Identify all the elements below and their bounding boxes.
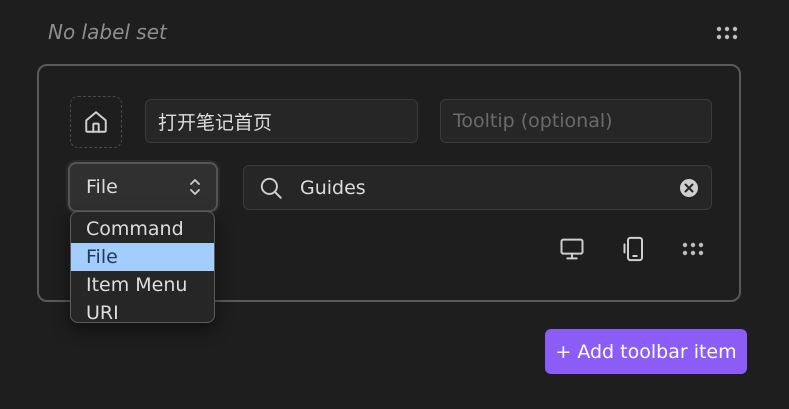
more-options-icon[interactable] xyxy=(676,232,710,266)
home-icon xyxy=(85,111,107,133)
toolbar-item-editor: No label set File xyxy=(0,0,789,409)
item-label-heading: No label set xyxy=(48,20,167,44)
x-circle-icon[interactable] xyxy=(667,178,711,198)
file-search-input[interactable] xyxy=(296,176,667,199)
dropdown-option-file[interactable]: File xyxy=(71,243,214,271)
desktop-icon[interactable] xyxy=(555,232,589,266)
dropdown-option-item-menu[interactable]: Item Menu xyxy=(71,271,214,299)
dots-grid-icon[interactable] xyxy=(710,22,744,44)
item-icon-picker[interactable] xyxy=(70,96,122,148)
item-label-input[interactable] xyxy=(145,99,418,143)
tooltip-input[interactable] xyxy=(440,99,712,143)
dropdown-option-command[interactable]: Command xyxy=(71,215,214,243)
search-icon xyxy=(246,175,296,201)
add-toolbar-item-button[interactable]: + Add toolbar item xyxy=(545,329,747,374)
file-search-field[interactable] xyxy=(243,165,712,210)
chevron-up-down-icon xyxy=(190,179,200,195)
mobile-icon[interactable] xyxy=(618,232,652,266)
item-type-select[interactable]: File xyxy=(68,162,218,212)
dropdown-option-uri[interactable]: URI xyxy=(71,299,214,322)
item-type-value: File xyxy=(86,176,118,198)
item-type-dropdown: Command File Item Menu URI xyxy=(70,211,215,323)
